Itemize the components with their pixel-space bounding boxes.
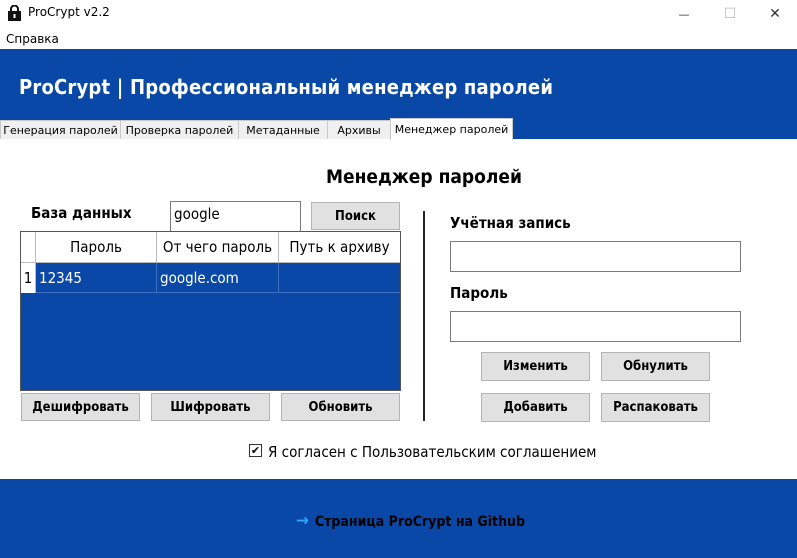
app-header-title: ProCrypt | Профессиональный менеджер пар… xyxy=(19,75,554,99)
minimize-icon: — xyxy=(678,7,690,21)
vertical-divider xyxy=(423,211,425,421)
encrypt-button[interactable]: Шифровать xyxy=(151,393,270,421)
table-corner xyxy=(21,232,36,263)
row-header[interactable]: 1 xyxy=(21,263,36,293)
menu-bar xyxy=(0,30,797,48)
tab-password-generation[interactable]: Генерация паролей xyxy=(0,120,121,139)
refresh-button[interactable]: Обновить xyxy=(281,393,400,421)
password-input[interactable] xyxy=(450,311,741,342)
search-button[interactable]: Поиск xyxy=(311,202,400,230)
tab-metadata[interactable]: Метаданные xyxy=(238,120,328,139)
minimize-button[interactable]: — xyxy=(661,0,707,28)
table-cell-source[interactable]: google.com xyxy=(157,263,279,293)
password-label: Пароль xyxy=(450,284,508,302)
close-button[interactable]: ✕ xyxy=(752,0,797,28)
add-button[interactable]: Добавить xyxy=(481,393,590,422)
window-title: ProCrypt v2.2 xyxy=(28,5,110,19)
menu-help[interactable]: Справка xyxy=(6,32,59,46)
maximize-button[interactable]: ☐ xyxy=(707,0,753,28)
tab-password-check[interactable]: Проверка паролей xyxy=(120,120,239,139)
table-cell-password[interactable]: 12345 xyxy=(36,263,157,293)
database-label: База данных xyxy=(31,204,132,222)
tab-archives[interactable]: Архивы xyxy=(327,120,391,139)
tab-password-manager[interactable]: Менеджер паролей xyxy=(390,118,513,140)
maximize-icon: ☐ xyxy=(723,6,737,22)
column-header-password[interactable]: Пароль xyxy=(36,232,157,263)
page-title: Менеджер паролей xyxy=(325,166,523,188)
github-link-text: Страница ProCrypt на Github xyxy=(314,514,526,530)
account-label: Учётная запись xyxy=(450,214,571,232)
account-input[interactable] xyxy=(450,241,741,272)
decrypt-button[interactable]: Дешифровать xyxy=(21,393,140,421)
column-header-archive-path[interactable]: Путь к архиву xyxy=(279,232,400,263)
table-cell-archive-path[interactable] xyxy=(279,263,400,293)
close-icon: ✕ xyxy=(769,6,781,22)
checkmark-icon: ✔ xyxy=(250,444,261,457)
github-link[interactable]: → Страница ProCrypt на Github xyxy=(296,511,525,531)
search-input[interactable]: google xyxy=(170,201,301,233)
app-lock-icon xyxy=(8,5,21,21)
column-header-source[interactable]: От чего пароль xyxy=(157,232,279,263)
unpack-button[interactable]: Распаковать xyxy=(601,393,710,422)
edit-button[interactable]: Изменить xyxy=(481,352,590,381)
consent-checkbox[interactable]: ✔ xyxy=(249,444,262,457)
arrow-right-icon: → xyxy=(296,511,309,531)
reset-button[interactable]: Обнулить xyxy=(601,352,710,381)
consent-label[interactable]: Я согласен с Пользовательским соглашение… xyxy=(268,443,596,461)
